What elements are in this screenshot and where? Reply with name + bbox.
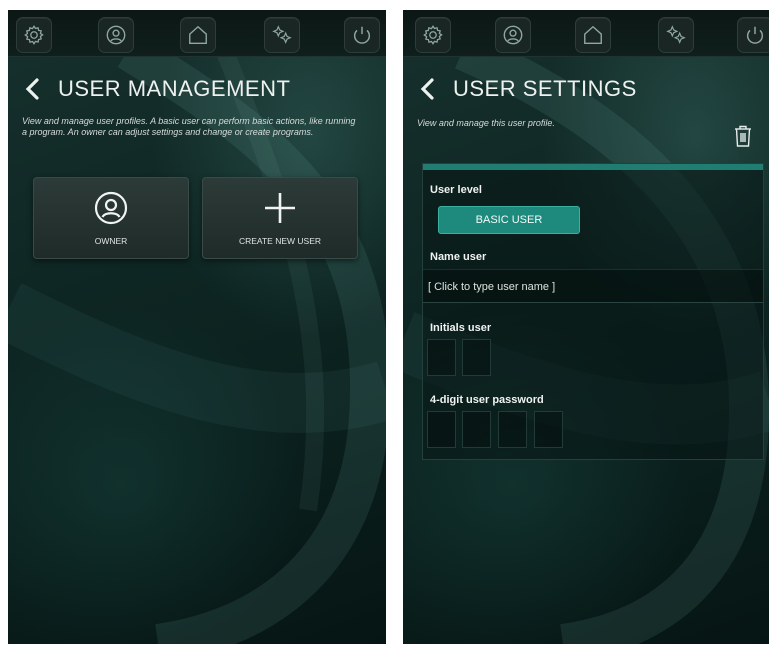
power-button[interactable] — [737, 17, 769, 53]
background-swoosh — [8, 10, 386, 644]
password-label: 4-digit user password — [430, 394, 544, 406]
user-management-screen: USER MANAGEMENT View and manage user pro… — [8, 10, 386, 644]
page-header: USER SETTINGS — [417, 76, 637, 102]
power-icon — [353, 26, 371, 44]
plus-icon — [265, 193, 295, 223]
owner-card[interactable]: OWNER — [33, 177, 189, 259]
panel-accent-strip — [423, 164, 763, 170]
user-level-button[interactable]: BASIC USER — [438, 206, 580, 234]
user-level-label: User level — [430, 184, 482, 196]
password-digit-3[interactable] — [498, 411, 527, 448]
user-icon — [106, 25, 126, 45]
initials-box-1[interactable] — [427, 339, 456, 376]
settings-button[interactable] — [16, 17, 52, 53]
power-icon — [746, 26, 764, 44]
home-button[interactable] — [575, 17, 611, 53]
user-button[interactable] — [98, 17, 134, 53]
initials-user-label: Initials user — [430, 322, 492, 334]
create-new-user-card-label: CREATE NEW USER — [238, 236, 322, 246]
password-digit-2[interactable] — [462, 411, 491, 448]
password-digit-1[interactable] — [427, 411, 456, 448]
sparkle-icon — [666, 25, 686, 44]
sparkle-button[interactable] — [658, 17, 694, 53]
home-icon — [189, 25, 207, 44]
back-arrow-icon[interactable] — [22, 76, 44, 102]
settings-icon — [423, 25, 443, 45]
user-button[interactable] — [495, 17, 531, 53]
settings-icon — [24, 25, 44, 45]
page-description: View and manage this user profile. — [417, 118, 555, 128]
trash-icon[interactable] — [733, 124, 753, 148]
sparkle-button[interactable] — [264, 17, 300, 53]
user-circle-icon — [94, 191, 128, 225]
user-settings-panel: User level BASIC USER Name user [ Click … — [422, 163, 764, 460]
owner-card-label: OWNER — [94, 236, 128, 246]
name-user-input[interactable]: [ Click to type user name ] — [423, 269, 763, 303]
sparkle-icon — [272, 25, 292, 44]
initials-box-2[interactable] — [462, 339, 491, 376]
settings-button[interactable] — [415, 17, 451, 53]
home-button[interactable] — [180, 17, 216, 53]
create-new-user-card[interactable]: CREATE NEW USER — [202, 177, 358, 259]
page-header: USER MANAGEMENT — [22, 76, 290, 102]
top-navigation-bar — [403, 10, 769, 57]
page-description: View and manage user profiles. A basic u… — [22, 116, 356, 137]
power-button[interactable] — [344, 17, 380, 53]
top-navigation-bar — [8, 10, 386, 57]
user-settings-screen: USER SETTINGS View and manage this user … — [403, 10, 769, 644]
home-icon — [584, 25, 602, 44]
page-title: USER SETTINGS — [453, 76, 637, 101]
page-title: USER MANAGEMENT — [58, 76, 291, 101]
name-user-label: Name user — [430, 251, 487, 263]
user-icon — [503, 25, 523, 45]
back-arrow-icon[interactable] — [417, 76, 439, 102]
password-digit-4[interactable] — [534, 411, 563, 448]
